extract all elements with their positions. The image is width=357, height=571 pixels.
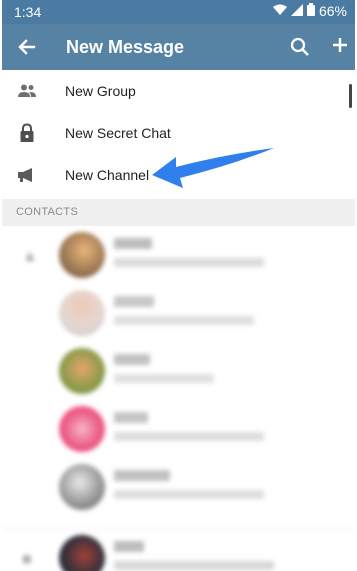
list-item[interactable] (2, 458, 355, 516)
arrow-left-icon (18, 39, 36, 55)
search-button[interactable] (288, 35, 312, 59)
list-item[interactable] (2, 284, 355, 342)
avatar (59, 464, 105, 510)
contact-name-placeholder (114, 354, 150, 365)
contact-status-placeholder (114, 490, 264, 499)
index-letter: ■ (22, 551, 32, 568)
battery-level: 66% (318, 3, 347, 19)
contact-name-placeholder (114, 296, 154, 307)
status-bar: 1:34 66% (2, 0, 355, 24)
avatar (59, 535, 105, 571)
megaphone-icon (16, 164, 38, 186)
contact-name-placeholder (114, 412, 148, 423)
list-item[interactable]: ■ (2, 528, 355, 571)
menu-item-label: New Channel (65, 167, 150, 183)
back-button[interactable] (14, 34, 40, 60)
group-icon (16, 80, 38, 102)
avatar (59, 348, 105, 394)
lock-icon (16, 122, 38, 144)
list-item[interactable] (2, 342, 355, 400)
contact-name-placeholder (114, 470, 170, 481)
screen: 1:34 66% New Message New Group New Secre… (2, 0, 355, 571)
app-bar: New Message (2, 24, 355, 70)
contact-status-placeholder (114, 374, 214, 383)
avatar (59, 290, 105, 336)
contacts-list: ▲ ■ (2, 226, 355, 571)
contact-status-placeholder (114, 316, 254, 325)
index-letter: ▲ (22, 248, 38, 265)
menu-item-label: New Secret Chat (65, 125, 171, 141)
wifi-icon (272, 3, 287, 19)
menu-item-new-group[interactable]: New Group (2, 70, 355, 112)
page-title: New Message (66, 37, 185, 57)
add-button[interactable] (328, 33, 352, 59)
contacts-section-header: CONTACTS (2, 199, 355, 226)
status-time: 1:34 (14, 4, 42, 20)
search-icon (290, 37, 309, 56)
menu-item-label: New Group (65, 83, 136, 99)
contact-name-placeholder (114, 541, 144, 552)
contact-status-placeholder (114, 561, 274, 570)
pointer-arrow-icon (152, 148, 274, 188)
contact-status-placeholder (114, 258, 264, 267)
section-label: CONTACTS (16, 206, 79, 218)
contact-status-placeholder (114, 432, 264, 441)
status-icons: 66% (272, 3, 347, 19)
contact-name-placeholder (114, 238, 152, 249)
plus-icon (333, 38, 347, 52)
avatar (59, 406, 105, 452)
signal-icon (290, 3, 303, 19)
list-item[interactable]: ▲ (2, 226, 355, 284)
list-item[interactable] (2, 400, 355, 458)
scrollbar[interactable] (349, 84, 352, 108)
avatar (59, 232, 105, 278)
battery-icon (306, 3, 315, 19)
